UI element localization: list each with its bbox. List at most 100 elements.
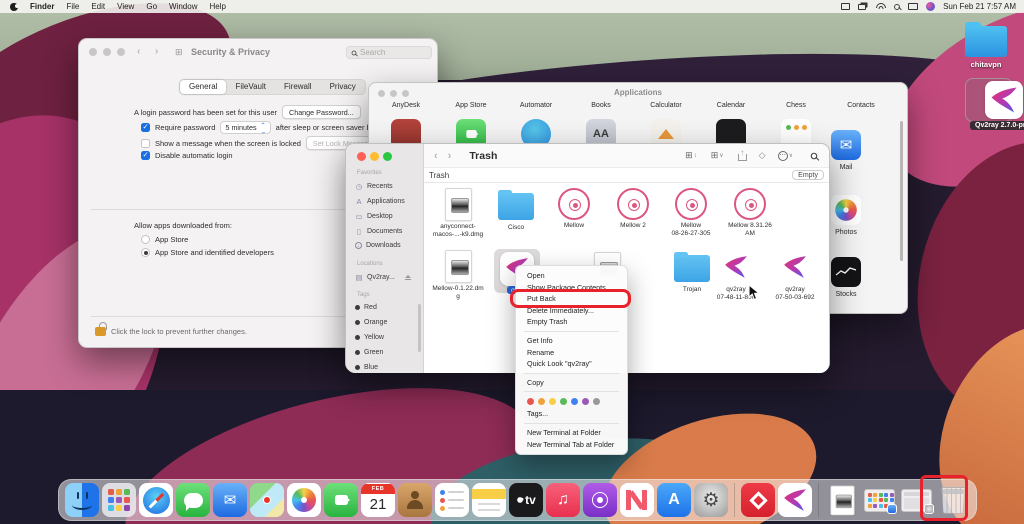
menu-help[interactable]: Help bbox=[209, 2, 225, 11]
view-icon[interactable]: ⊞↕ bbox=[685, 150, 697, 161]
mail-icon[interactable]: ✉ bbox=[831, 130, 861, 160]
menu-item-copy[interactable]: Copy bbox=[516, 377, 627, 389]
apple-menu-icon[interactable] bbox=[10, 3, 18, 11]
menu-item-tags[interactable]: Tags... bbox=[516, 408, 627, 420]
dock-music-icon[interactable]: ♫ bbox=[546, 483, 580, 517]
app-label-anydesk[interactable]: AnyDesk bbox=[373, 102, 439, 109]
zoom-button[interactable] bbox=[117, 48, 125, 56]
dock-qv2ray-icon[interactable] bbox=[778, 483, 812, 517]
tag-green[interactable] bbox=[560, 398, 567, 405]
sidebar-tag-blue[interactable]: Blue bbox=[355, 364, 378, 371]
identified-devs-radio[interactable] bbox=[141, 248, 150, 257]
tab-firewall[interactable]: Firewall bbox=[275, 80, 321, 94]
siri-icon[interactable] bbox=[926, 2, 935, 11]
eject-icon[interactable] bbox=[405, 275, 411, 281]
file-qv2ray-0750[interactable]: qv2ray 07-50-03-692 bbox=[767, 250, 823, 301]
scrollbar[interactable] bbox=[900, 121, 903, 261]
dock-podcasts-icon[interactable] bbox=[583, 483, 617, 517]
app-store-radio[interactable] bbox=[141, 235, 150, 244]
sidebar-tag-green[interactable]: Green bbox=[355, 349, 383, 356]
change-password-button[interactable]: Change Password... bbox=[282, 105, 361, 119]
file-mellow-2[interactable]: Mellow 2 bbox=[605, 188, 661, 230]
tag-gray[interactable] bbox=[593, 398, 600, 405]
sidebar-item-recents[interactable]: ◷Recents bbox=[355, 182, 393, 191]
tab-privacy[interactable]: Privacy bbox=[321, 80, 365, 94]
sidebar-scrollbar[interactable] bbox=[418, 304, 421, 352]
sidebar-item-downloads[interactable]: ↓Downloads bbox=[355, 242, 401, 249]
dock-app-store-icon[interactable]: A bbox=[657, 483, 691, 517]
dock-minimized-window-launchpad[interactable] bbox=[862, 483, 896, 517]
tag-red[interactable] bbox=[527, 398, 534, 405]
sidebar-item-desktop[interactable]: ▭Desktop bbox=[355, 212, 393, 221]
forward-icon[interactable]: › bbox=[448, 150, 452, 162]
sidebar-tag-orange[interactable]: Orange bbox=[355, 319, 387, 326]
display-status-icon[interactable] bbox=[841, 3, 850, 10]
require-password-checkbox[interactable] bbox=[141, 123, 150, 132]
close-button[interactable] bbox=[357, 152, 366, 161]
sidebar-tag-yellow[interactable]: Yellow bbox=[355, 334, 384, 341]
lock-icon[interactable] bbox=[95, 327, 106, 336]
file-mellow-08[interactable]: Mellow 08-26-27-305 bbox=[663, 188, 719, 237]
tag-blue[interactable] bbox=[571, 398, 578, 405]
photos-icon[interactable] bbox=[831, 195, 861, 225]
disable-auto-login-checkbox[interactable] bbox=[141, 151, 150, 160]
tag-purple[interactable] bbox=[582, 398, 589, 405]
app-label-automator[interactable]: Automator bbox=[503, 102, 569, 109]
stage-manager-icon[interactable] bbox=[858, 4, 866, 10]
app-label-calendar[interactable]: Calendar bbox=[698, 102, 764, 109]
minimize-button[interactable] bbox=[103, 48, 111, 56]
search-input[interactable]: Search bbox=[346, 46, 432, 59]
menu-clock[interactable]: Sun Feb 21 7:57 AM bbox=[943, 2, 1016, 11]
minimize-button[interactable] bbox=[370, 152, 379, 161]
back-icon[interactable]: ‹ bbox=[434, 150, 438, 162]
sidebar-item-documents[interactable]: ▯Documents bbox=[355, 227, 402, 236]
share-icon[interactable] bbox=[738, 154, 747, 161]
menu-go[interactable]: Go bbox=[146, 2, 157, 11]
menu-item-open[interactable]: Open bbox=[516, 270, 627, 282]
tag-yellow[interactable] bbox=[549, 398, 556, 405]
desktop-icon-chitavpn[interactable]: chitavpn bbox=[965, 26, 1007, 69]
file-mellow-dmg[interactable]: Mellow-0.1.22.dm g bbox=[430, 250, 486, 300]
dock-messages-icon[interactable] bbox=[176, 483, 210, 517]
back-icon[interactable]: ‹ bbox=[137, 46, 140, 57]
tag-orange[interactable] bbox=[538, 398, 545, 405]
sidebar-tag-red[interactable]: Red bbox=[355, 304, 377, 311]
menu-item-rename[interactable]: Rename bbox=[516, 347, 627, 359]
app-label-chess[interactable]: Chess bbox=[763, 102, 829, 109]
dock-system-preferences-icon[interactable]: ⚙ bbox=[694, 483, 728, 517]
dock-mail-icon[interactable]: ✉ bbox=[213, 483, 247, 517]
close-button[interactable] bbox=[89, 48, 97, 56]
more-actions-icon[interactable]: ⋯∨ bbox=[778, 151, 793, 161]
dock-safari-icon[interactable] bbox=[139, 483, 173, 517]
tab-filevault[interactable]: FileVault bbox=[226, 80, 275, 94]
desktop-icon-qv2ray[interactable]: Qv2ray 2.7.0-pre2 bbox=[970, 81, 1024, 130]
tab-general[interactable]: General bbox=[180, 80, 226, 94]
stocks-icon[interactable] bbox=[831, 257, 861, 287]
wifi-icon[interactable] bbox=[876, 3, 886, 10]
menu-view[interactable]: View bbox=[117, 2, 134, 11]
app-label-books[interactable]: Books bbox=[568, 102, 634, 109]
dock-maps-icon[interactable] bbox=[250, 483, 284, 517]
sidebar-item-applications[interactable]: AApplications bbox=[355, 197, 405, 206]
menu-item-empty-trash[interactable]: Empty Trash bbox=[516, 316, 627, 328]
zoom-button[interactable] bbox=[383, 152, 392, 161]
group-icon[interactable]: ⊞∨ bbox=[711, 150, 724, 161]
app-label-calculator[interactable]: Calculator bbox=[633, 102, 699, 109]
dock-finder-icon[interactable] bbox=[65, 483, 99, 517]
menu-edit[interactable]: Edit bbox=[91, 2, 105, 11]
dock-reminders-icon[interactable] bbox=[435, 483, 469, 517]
menu-window[interactable]: Window bbox=[169, 2, 197, 11]
tag-icon[interactable]: ◇ bbox=[759, 150, 766, 161]
dock-news-icon[interactable] bbox=[620, 483, 654, 517]
dock-contacts-icon[interactable] bbox=[398, 483, 432, 517]
dock-facetime-icon[interactable] bbox=[324, 483, 358, 517]
dock-calendar-icon[interactable]: FEB 21 bbox=[361, 483, 395, 517]
sidebar-item-qv2ray-volume[interactable]: ▤Qv2ray... bbox=[355, 273, 411, 282]
menu-item-new-terminal[interactable]: New Terminal at Folder bbox=[516, 427, 627, 439]
show-message-checkbox[interactable] bbox=[141, 139, 150, 148]
dock-notes-icon[interactable] bbox=[472, 483, 506, 517]
empty-trash-button[interactable]: Empty bbox=[792, 170, 824, 180]
app-label-appstore[interactable]: App Store bbox=[438, 102, 504, 109]
file-anyconnect-dmg[interactable]: anyconnect- macos-...-k9.dmg bbox=[430, 188, 486, 238]
dock-launchpad-icon[interactable] bbox=[102, 483, 136, 517]
